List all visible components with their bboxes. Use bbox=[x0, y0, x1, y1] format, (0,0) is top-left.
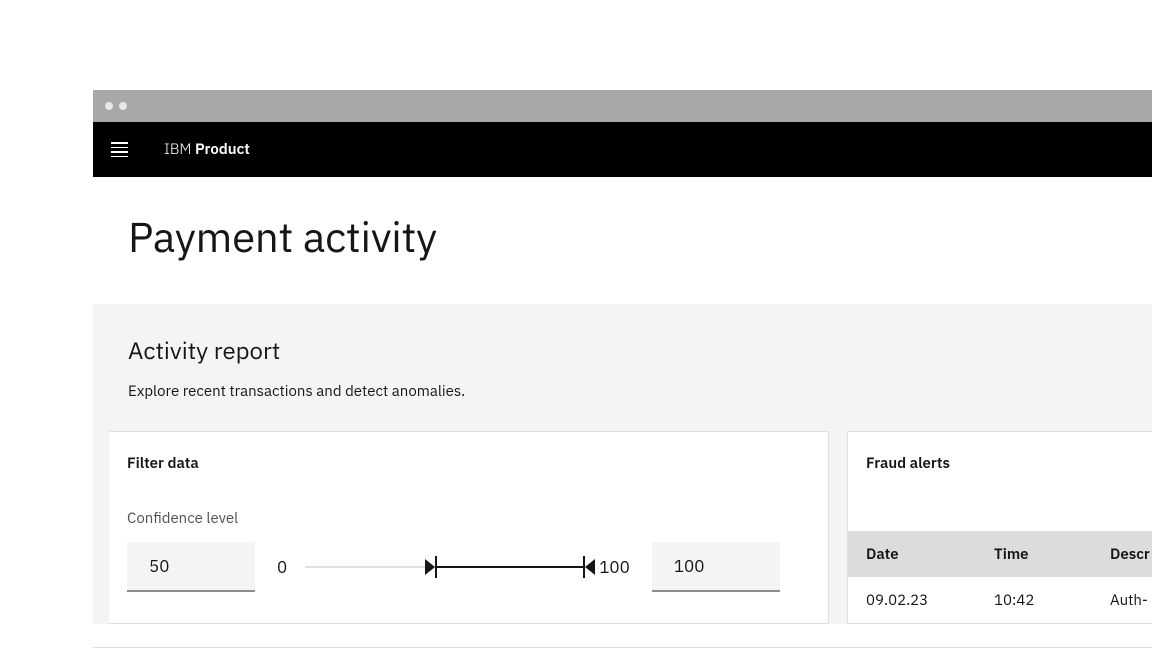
confidence-min-input[interactable] bbox=[127, 542, 255, 592]
page-title-area: Payment activity bbox=[93, 177, 1152, 304]
page-title: Payment activity bbox=[128, 209, 1152, 264]
report-section: Activity report Explore recent transacti… bbox=[93, 304, 1152, 431]
alerts-table-header: Date Time Descr bbox=[848, 531, 1152, 577]
confidence-slider[interactable] bbox=[305, 557, 585, 577]
alerts-panel: Fraud alerts Date Time Descr 09.02.23 10… bbox=[847, 431, 1152, 624]
cell-time: 10:42 bbox=[994, 591, 1110, 610]
cell-date: 09.02.23 bbox=[866, 591, 994, 610]
filter-panel: Filter data Confidence level 0 bbox=[109, 431, 829, 624]
filter-controls: 0 100 bbox=[127, 542, 810, 592]
brand: IBM Product bbox=[164, 140, 250, 159]
confidence-label: Confidence level bbox=[127, 509, 810, 528]
brand-name: Product bbox=[195, 140, 250, 159]
scale-min-label: 0 bbox=[277, 556, 287, 578]
col-time: Time bbox=[994, 545, 1110, 564]
triangle-right-icon bbox=[425, 559, 435, 575]
filter-heading: Filter data bbox=[127, 454, 810, 473]
triangle-left-icon bbox=[585, 559, 595, 575]
menu-icon[interactable] bbox=[111, 142, 128, 157]
panel-row: Filter data Confidence level 0 bbox=[93, 431, 1152, 624]
alerts-heading: Fraud alerts bbox=[866, 454, 1150, 473]
scale-max-label: 100 bbox=[599, 556, 630, 578]
col-date: Date bbox=[866, 545, 994, 564]
confidence-max-input[interactable] bbox=[652, 542, 780, 592]
col-desc: Descr bbox=[1110, 545, 1150, 564]
traffic-light-minimize[interactable] bbox=[119, 102, 127, 110]
cell-desc: Auth- bbox=[1110, 591, 1150, 610]
traffic-light-close[interactable] bbox=[105, 102, 113, 110]
app-window: IBM Product Payment activity Activity re… bbox=[93, 90, 1152, 648]
titlebar bbox=[93, 90, 1152, 122]
report-description: Explore recent transactions and detect a… bbox=[128, 382, 1136, 401]
slider-handle-upper[interactable] bbox=[583, 556, 595, 578]
app-header: IBM Product bbox=[93, 122, 1152, 177]
report-title: Activity report bbox=[128, 334, 1136, 366]
table-row[interactable]: 09.02.23 10:42 Auth- bbox=[848, 577, 1152, 623]
slider-handle-lower[interactable] bbox=[425, 556, 437, 578]
brand-prefix: IBM bbox=[164, 140, 192, 159]
